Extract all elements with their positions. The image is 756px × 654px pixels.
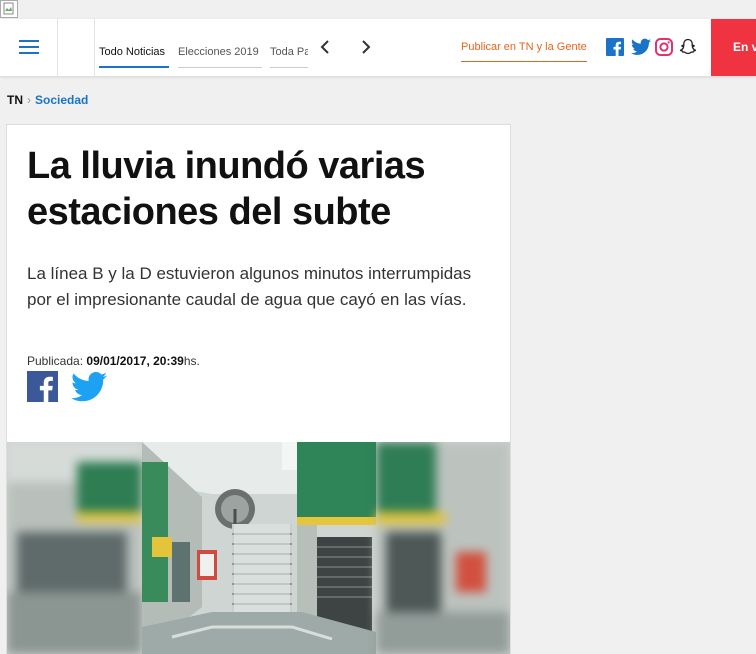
broken-image-icon — [0, 0, 18, 18]
video-blur-left — [7, 442, 142, 654]
en-vivo-button[interactable]: En v — [711, 19, 756, 76]
published-label: Publicada: — [27, 354, 84, 368]
video-frame — [142, 442, 376, 654]
share-facebook-icon[interactable] — [27, 371, 58, 402]
article-card: La lluvia inundó varias estaciones del s… — [6, 124, 511, 654]
snapchat-icon[interactable] — [679, 38, 697, 56]
publicar-link[interactable]: Publicar en TN y la Gente — [461, 19, 587, 76]
menu-bar — [19, 46, 39, 48]
tab-todo-noticias[interactable]: Todo Noticias — [99, 19, 169, 76]
top-navbar: Todo Noticias Elecciones 2019 Toda Pa Pu… — [0, 19, 756, 76]
tab-elecciones-2019[interactable]: Elecciones 2019 — [178, 19, 262, 76]
instagram-icon[interactable] — [655, 38, 673, 56]
chevron-left-icon[interactable] — [318, 39, 334, 55]
breadcrumb: TN › Sociedad — [7, 93, 88, 107]
twitter-icon[interactable] — [631, 38, 651, 56]
breadcrumb-home[interactable]: TN — [7, 93, 23, 107]
published-info: Publicada: 09/01/2017, 20:39hs. — [27, 354, 200, 368]
logo-slot — [58, 19, 95, 76]
tab-toda-pa[interactable]: Toda Pa — [270, 19, 308, 76]
article-lead: La línea B y la D estuvieron algunos min… — [27, 264, 472, 309]
menu-bar — [19, 52, 39, 54]
published-date: 09/01/2017, 20:39 — [86, 354, 184, 368]
article-title: La lluvia inundó varias estaciones del s… — [27, 145, 426, 233]
published-suffix: hs. — [183, 354, 200, 368]
chevron-right-icon[interactable] — [357, 39, 373, 55]
facebook-icon[interactable] — [606, 38, 624, 56]
share-twitter-icon[interactable] — [71, 372, 107, 402]
article-video[interactable] — [7, 442, 510, 654]
chevron-right-icon: › — [27, 93, 31, 107]
hamburger-menu-button[interactable] — [0, 19, 58, 76]
video-blur-right — [376, 442, 510, 654]
menu-bar — [19, 40, 39, 42]
breadcrumb-section[interactable]: Sociedad — [35, 93, 88, 107]
